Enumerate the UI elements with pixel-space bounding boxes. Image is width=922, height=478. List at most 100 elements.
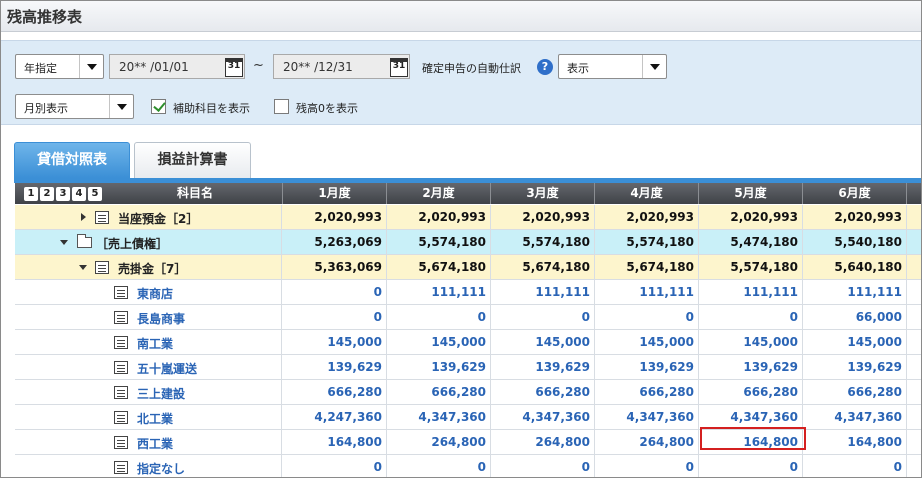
header-month-5: 5月度 (699, 183, 803, 204)
balance-cell: 4,347,360 (803, 405, 907, 430)
balance-cell: 264,800 (491, 430, 595, 455)
balance-cell: 0 (283, 280, 387, 305)
account-name[interactable]: 西工業 (137, 435, 173, 452)
page-title: 残高推移表 (7, 8, 83, 26)
period-type-value: 年指定 (24, 62, 57, 75)
balance-cell: 66,000 (803, 305, 907, 330)
balance-cell: 0 (803, 455, 907, 477)
account-name-cell: 指定なし (15, 455, 282, 477)
table-row[interactable]: 指定なし 0 0 0 0 0 0 (15, 455, 921, 477)
header-account-name: 1 2 3 4 5 科目名 (15, 183, 283, 204)
account-name[interactable]: 五十嵐運送 (137, 360, 197, 377)
table-header: 1 2 3 4 5 科目名 1月度 2月度 3月度 4月度 5月度 6月度 (15, 183, 921, 204)
table-row[interactable]: 長島商事 0 0 0 0 0 66,000 (15, 305, 921, 330)
collapse-icon[interactable] (60, 240, 68, 245)
account-name[interactable]: 長島商事 (137, 310, 185, 327)
show-zero-label: 残高0を表示 (296, 102, 358, 115)
tab-balance-sheet[interactable]: 貸借対照表 (14, 142, 130, 178)
balance-cell: 2,020,993 (699, 205, 803, 230)
show-sub-accounts-checkbox[interactable] (151, 99, 166, 114)
table-row[interactable]: 売掛金［7］ 5,363,069 5,674,180 5,674,180 5,674,1… (15, 255, 921, 280)
account-name[interactable]: 東商店 (137, 285, 173, 302)
expand-icon[interactable] (81, 213, 86, 221)
balance-cell: 2,020,993 (803, 205, 907, 230)
level-4-button[interactable]: 4 (72, 187, 86, 201)
app-window: 残高推移表 年指定 20** /01/01 31 ~ 20** /12/31 3… (0, 0, 922, 478)
balance-cell: 2,020,993 (387, 205, 491, 230)
balance-cell: 666,280 (803, 380, 907, 405)
balance-cell: 145,000 (491, 330, 595, 355)
level-3-button[interactable]: 3 (56, 187, 70, 201)
account-name[interactable]: 指定なし (137, 460, 185, 477)
sub-ledger-icon (114, 461, 128, 474)
balance-cell: 139,629 (387, 355, 491, 380)
balance-cell: 2,020,993 (595, 205, 699, 230)
balance-cell: 5,674,180 (595, 255, 699, 280)
account-name: 当座預金［2］ (118, 212, 199, 226)
level-1-button[interactable]: 1 (24, 187, 38, 201)
table-row[interactable]: 五十嵐運送 139,629 139,629 139,629 139,629 139,629… (15, 355, 921, 380)
account-name-cell: 西工業 (15, 430, 282, 455)
header-month-4: 4月度 (595, 183, 699, 204)
balance-cell: 0 (387, 305, 491, 330)
balance-cell: 139,629 (699, 355, 803, 380)
ledger-icon (95, 261, 109, 274)
level-2-button[interactable]: 2 (40, 187, 54, 201)
title-bar: 残高推移表 (1, 1, 921, 32)
account-name[interactable]: 北工業 (137, 410, 173, 427)
chevron-down-icon[interactable] (642, 55, 666, 78)
auto-entry-value: 表示 (567, 62, 589, 75)
table-row[interactable]: 三上建設 666,280 666,280 666,280 666,280 666,280 6… (15, 380, 921, 405)
balance-cell: 111,111 (803, 280, 907, 305)
tab-income-statement[interactable]: 損益計算書 (134, 142, 251, 178)
sub-ledger-icon (114, 436, 128, 449)
display-mode-select[interactable]: 月別表示 (15, 94, 134, 119)
balance-cell: 0 (699, 305, 803, 330)
account-name-cell: 北工業 (15, 405, 282, 430)
table-row[interactable]: ［売上債権］ 5,263,069 5,574,180 5,574,180 5,574,1… (15, 230, 921, 255)
table-row[interactable]: 南工業 145,000 145,000 145,000 145,000 145,000 14… (15, 330, 921, 355)
balance-cell: 666,280 (595, 380, 699, 405)
balance-cell: 145,000 (803, 330, 907, 355)
account-name[interactable]: 三上建設 (137, 385, 185, 402)
balance-cell: 5,574,180 (387, 230, 491, 255)
account-name-cell: ［売上債権］ (15, 230, 282, 255)
help-icon[interactable]: ? (537, 59, 553, 75)
period-type-select[interactable]: 年指定 (15, 54, 104, 79)
show-zero-checkbox[interactable] (274, 99, 289, 114)
range-separator: ~ (253, 58, 264, 73)
chevron-down-icon[interactable] (109, 95, 133, 118)
balance-cell: 0 (491, 455, 595, 477)
balance-cell: 139,629 (491, 355, 595, 380)
account-name[interactable]: 南工業 (137, 335, 173, 352)
header-month-2: 2月度 (387, 183, 491, 204)
sub-ledger-icon (114, 411, 128, 424)
highlight-box (700, 427, 806, 450)
balance-cell: 666,280 (699, 380, 803, 405)
calendar-icon[interactable]: 31 (225, 58, 243, 77)
balance-cell: 5,574,180 (699, 255, 803, 280)
balance-cell: 666,280 (283, 380, 387, 405)
balance-cell: 5,474,180 (699, 230, 803, 255)
balance-cell: 5,674,180 (491, 255, 595, 280)
balance-cell: 5,640,180 (803, 255, 907, 280)
balance-cell: 145,000 (283, 330, 387, 355)
level-5-button[interactable]: 5 (88, 187, 102, 201)
balance-cell: 145,000 (387, 330, 491, 355)
table-row[interactable]: 当座預金［2］ 2,020,993 2,020,993 2,020,993 2,020,… (15, 205, 921, 230)
balance-cell: 139,629 (803, 355, 907, 380)
auto-entry-select[interactable]: 表示 (558, 54, 667, 79)
collapse-icon[interactable] (79, 265, 87, 270)
calendar-icon[interactable]: 31 (390, 58, 408, 77)
chevron-down-icon[interactable] (79, 55, 103, 78)
date-from-value: 20** /01/01 (119, 60, 189, 74)
account-name: ［売上債権］ (96, 237, 169, 251)
balance-cell: 0 (491, 305, 595, 330)
balance-cell: 264,800 (387, 430, 491, 455)
sub-ledger-icon (114, 286, 128, 299)
balance-cell: 0 (387, 455, 491, 477)
auto-entry-label: 確定申告の自動仕訳 (422, 62, 521, 75)
table-row[interactable]: 東商店 0 111,111 111,111 111,111 111,111 111,111 (15, 280, 921, 305)
balance-cell: 111,111 (699, 280, 803, 305)
balance-cell: 264,800 (595, 430, 699, 455)
